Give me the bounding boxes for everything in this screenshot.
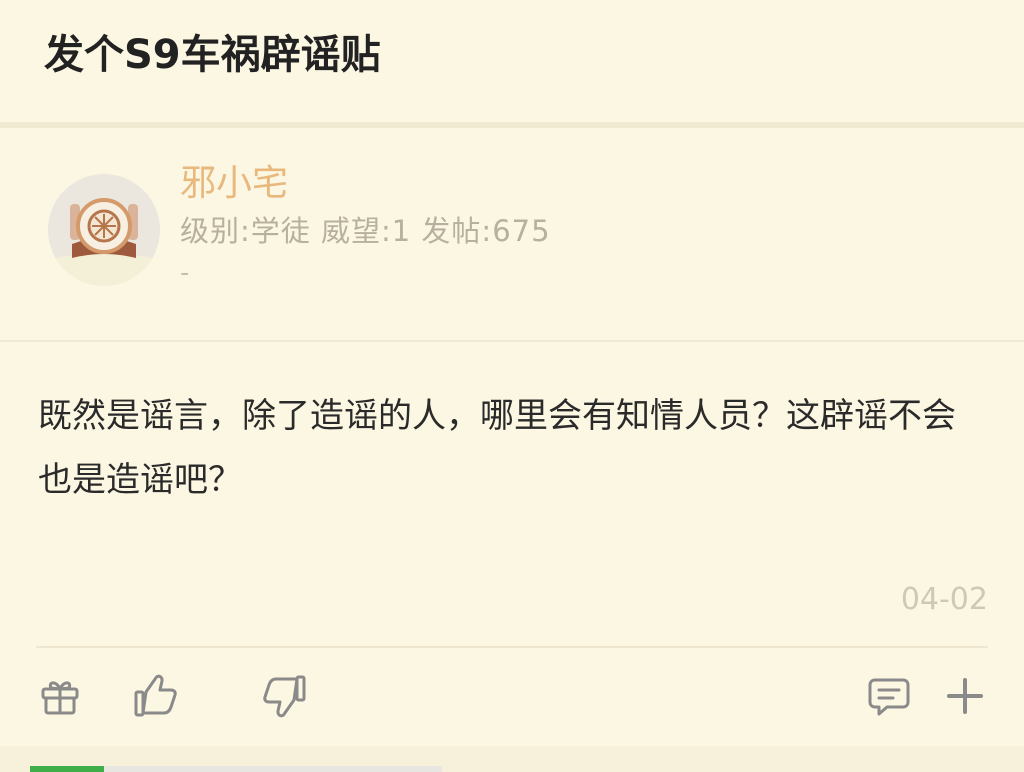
diving-helmet-avatar-icon: [48, 174, 160, 286]
bottom-bar: [104, 766, 442, 772]
action-divider: [36, 646, 988, 648]
gift-button[interactable]: [36, 668, 84, 724]
author-meta: 级别:学徒 威望:1 发帖:675: [180, 214, 551, 248]
like-button[interactable]: [128, 668, 184, 724]
author-name[interactable]: 邪小宅: [180, 154, 288, 206]
author-signature: -: [180, 258, 190, 288]
bottom-indicator: [30, 766, 104, 772]
author-section: 邪小宅 级别:学徒 威望:1 发帖:675 -: [0, 128, 1024, 340]
comment-icon: [868, 678, 910, 716]
post-content: 既然是谣言，除了造谣的人，哪里会有知情人员？这辟谣不会也是造谣吧？: [38, 396, 956, 500]
title-bar: 发个S9车祸辟谣贴: [0, 0, 1024, 122]
thumbs-up-icon: [134, 674, 177, 717]
comment-button[interactable]: [864, 668, 914, 724]
author-divider: [0, 340, 1024, 342]
add-button[interactable]: [940, 668, 990, 724]
gift-icon: [41, 681, 79, 715]
dislike-button[interactable]: [256, 668, 312, 724]
thumbs-down-icon: [263, 675, 306, 718]
avatar[interactable]: [48, 174, 160, 286]
plus-icon: [947, 678, 983, 714]
post-date: 04-02: [900, 582, 988, 617]
thread-title: 发个S9车祸辟谣贴: [44, 32, 381, 78]
